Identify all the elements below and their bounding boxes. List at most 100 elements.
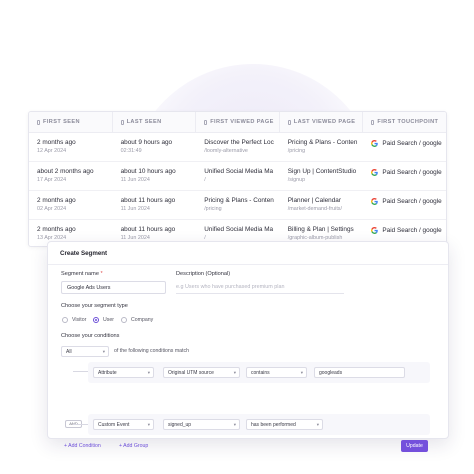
add-group-button[interactable]: + Add Group (119, 443, 148, 449)
touchpoint-cell: Paid Search / google (363, 162, 446, 190)
segment-name-input[interactable]: Google Ads Users (61, 281, 166, 294)
last-seen-relative: about 11 hours ago (120, 197, 176, 204)
column-first-seen[interactable]: FIRST SEEN (29, 112, 113, 132)
last-page-title: Pricing & Plans - Conten (287, 139, 358, 146)
radio-user[interactable] (93, 317, 99, 323)
first-seen-relative: 2 months ago (37, 226, 76, 233)
touchpoint-cell: Paid Search / google (363, 191, 446, 219)
first-seen-relative: 2 months ago (37, 139, 76, 146)
description-input[interactable]: e.g Users who have purchased premium pla… (176, 281, 344, 294)
google-icon (371, 198, 379, 205)
last-seen-relative: about 11 hours ago (120, 226, 176, 233)
chevron-down-icon: ▾ (147, 422, 150, 427)
first-seen-cell: about 2 months ago 17 Apr 2024 (29, 162, 113, 190)
last-seen-date: 02:31:49 (120, 148, 142, 154)
last-seen-cell: about 10 hours ago 11 Jun 2024 (113, 162, 197, 190)
condition-group-2: Custom Event ▾ signed_up ▾ has been perfor… (88, 414, 430, 435)
first-page-title: Pricing & Plans - Conten (204, 197, 274, 204)
column-first-viewed-page[interactable]: FIRST VIEWED PAGE (196, 112, 280, 132)
google-icon (371, 227, 379, 234)
first-seen-cell: 2 months ago 12 Apr 2024 (29, 133, 113, 161)
radio-company-label: Company (131, 317, 154, 323)
column-icon (37, 119, 40, 125)
last-page-cell[interactable]: Planner | Calendar/market-demand-fruits/ (280, 191, 364, 219)
table-row[interactable]: 2 months ago 12 Apr 2024 about 9 hours ago… (29, 133, 446, 162)
last-page-path: /market-demand-fruits/ (287, 206, 343, 212)
conditions-label: Choose your conditions (61, 333, 120, 339)
match-select[interactable]: All ▾ (61, 346, 109, 357)
touchpoint-label: Paid Search / google (382, 198, 442, 205)
condition-group-1: Attribute ▾ Original UTM source ▾ contains… (88, 362, 430, 383)
table-row[interactable]: 2 months ago 02 Apr 2024 about 11 hours ag… (29, 191, 446, 220)
last-page-path: /signup (287, 177, 306, 183)
panel-title: Create Segment (48, 242, 448, 265)
last-page-path: /pricing (287, 148, 306, 154)
event-operator-select[interactable]: has been performed ▾ (246, 419, 323, 430)
last-seen-cell: about 11 hours ago 11 Jun 2024 (113, 191, 197, 219)
first-page-title: Unified Social Media Ma (204, 226, 274, 233)
last-seen-relative: about 10 hours ago (120, 168, 176, 175)
condition-type-select[interactable]: Attribute ▾ (93, 367, 154, 378)
first-page-path: /pricing (204, 206, 222, 212)
condition-operator-select[interactable]: contains ▾ (246, 367, 307, 378)
segment-type-label: Choose your segment type (61, 303, 128, 309)
first-seen-relative: about 2 months ago (37, 168, 94, 175)
connector-line (73, 424, 88, 425)
last-page-cell[interactable]: Pricing & Plans - Conten/pricing (280, 133, 364, 161)
add-condition-button[interactable]: + Add Condition (64, 443, 101, 449)
column-icon (204, 119, 208, 125)
condition-value-input[interactable]: googleads (314, 367, 405, 378)
chevron-down-icon: ▾ (316, 422, 319, 427)
visitors-table: FIRST SEEN LAST SEEN FIRST VIEWED PAGE L… (28, 111, 447, 247)
description-label: Description (Optional) (176, 271, 231, 277)
last-seen-cell: about 9 hours ago 02:31:49 (113, 133, 197, 161)
last-page-cell[interactable]: Sign Up | ContentStudio/signup (280, 162, 364, 190)
connector-line (73, 371, 88, 372)
chevron-down-icon: ▾ (233, 370, 236, 375)
chevron-down-icon: ▾ (300, 370, 303, 375)
column-icon (120, 119, 124, 125)
event-type-select[interactable]: Custom Event ▾ (93, 419, 154, 430)
column-icon (287, 119, 291, 125)
first-seen-date: 12 Apr 2024 (37, 148, 67, 154)
first-page-title: Unified Social Media Ma (204, 168, 274, 175)
chevron-down-icon: ▾ (233, 422, 236, 427)
column-last-seen[interactable]: LAST SEEN (113, 112, 197, 132)
first-page-cell[interactable]: Discover the Perfect Loc/loomly-alternat… (196, 133, 280, 161)
first-page-path: / (204, 177, 206, 183)
last-seen-relative: about 9 hours ago (120, 139, 173, 146)
chevron-down-icon: ▾ (102, 349, 105, 354)
first-page-cell[interactable]: Pricing & Plans - Conten/pricing (196, 191, 280, 219)
radio-company[interactable] (121, 317, 127, 323)
chevron-down-icon: ▾ (147, 370, 150, 375)
update-button[interactable]: Update (401, 440, 428, 452)
column-icon (371, 119, 375, 125)
required-mark: * (100, 271, 103, 277)
last-page-title: Sign Up | ContentStudio (287, 168, 357, 175)
radio-user-label: User (103, 317, 114, 323)
touchpoint-label: Paid Search / google (382, 140, 442, 147)
first-seen-cell: 2 months ago 02 Apr 2024 (29, 191, 113, 219)
event-name-select[interactable]: signed_up ▾ (163, 419, 240, 430)
table-body: 2 months ago 12 Apr 2024 about 9 hours ago… (29, 133, 446, 246)
table-row[interactable]: about 2 months ago 17 Apr 2024 about 10 ho… (29, 162, 446, 191)
condition-property-select[interactable]: Original UTM source ▾ (163, 367, 240, 378)
segment-name-label: Segment name * (61, 271, 103, 277)
first-seen-date: 17 Apr 2024 (37, 177, 67, 183)
first-seen-date: 02 Apr 2024 (37, 206, 67, 212)
last-page-title: Billing & Plan | Settings (287, 226, 354, 233)
first-page-cell[interactable]: Unified Social Media Ma / (196, 162, 280, 190)
google-icon (371, 169, 379, 176)
google-icon (371, 140, 379, 147)
touchpoint-cell: Paid Search / google (363, 133, 446, 161)
last-page-title: Planner | Calendar (287, 197, 341, 204)
first-page-path: /loomly-alternative (204, 148, 248, 154)
first-seen-relative: 2 months ago (37, 197, 76, 204)
last-seen-date: 11 Jun 2024 (120, 177, 150, 183)
create-segment-panel: Create Segment Segment name * Google Ads… (47, 241, 449, 452)
radio-visitor[interactable] (62, 317, 68, 323)
column-last-viewed-page[interactable]: LAST VIEWED PAGE (280, 112, 364, 132)
table-header: FIRST SEEN LAST SEEN FIRST VIEWED PAGE L… (29, 112, 446, 133)
column-first-touchpoint[interactable]: FIRST TOUCHPOINT (363, 112, 446, 132)
touchpoint-label: Paid Search / google (382, 169, 442, 176)
